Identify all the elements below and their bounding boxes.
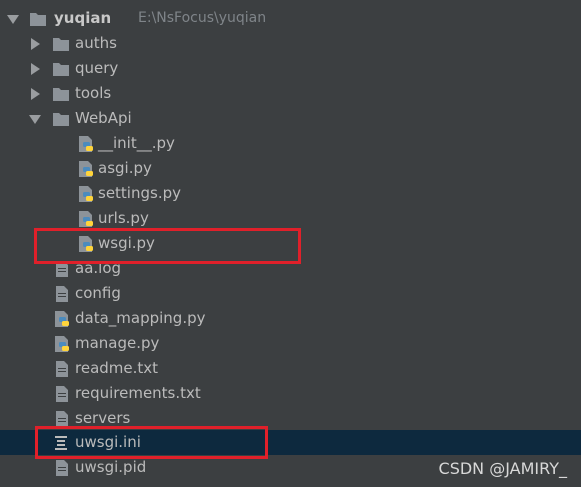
tree-folder-query[interactable]: query — [0, 56, 581, 81]
highlight-box-uwsgi-ini — [35, 426, 268, 459]
tree-root-yuqian[interactable]: yuqian E:\NsFocus\yuqian — [0, 6, 581, 31]
tree-file-readme[interactable]: readme.txt — [0, 356, 581, 381]
file-name: asgi.py — [98, 159, 152, 177]
python-file-icon — [77, 135, 95, 153]
chevron-right-icon[interactable] — [31, 38, 40, 50]
tree-folder-tools[interactable]: tools — [0, 81, 581, 106]
chevron-right-icon[interactable] — [31, 63, 40, 75]
file-name: servers — [75, 409, 131, 427]
watermark-text: CSDN @JAMIRY_ — [438, 459, 567, 478]
folder-name: query — [75, 59, 119, 77]
folder-name: auths — [75, 34, 117, 52]
tree-file-manage[interactable]: manage.py — [0, 331, 581, 356]
project-tree: yuqian E:\NsFocus\yuqian auths query too… — [0, 0, 581, 487]
text-file-icon — [53, 459, 71, 477]
file-name: uwsgi.pid — [75, 458, 147, 476]
tree-folder-auths[interactable]: auths — [0, 31, 581, 56]
chevron-down-icon[interactable] — [29, 115, 41, 124]
python-file-icon — [77, 160, 95, 178]
folder-icon — [52, 60, 70, 78]
text-file-icon — [53, 385, 71, 403]
file-name: requirements.txt — [75, 384, 201, 402]
file-name: manage.py — [75, 334, 160, 352]
text-file-icon — [53, 285, 71, 303]
python-file-icon — [77, 185, 95, 203]
file-name: urls.py — [98, 209, 149, 227]
chevron-down-icon[interactable] — [7, 15, 19, 24]
root-folder-path: E:\NsFocus\yuqian — [138, 10, 267, 26]
folder-name: tools — [75, 84, 112, 102]
python-file-icon — [53, 310, 71, 328]
file-name: __init__.py — [98, 134, 175, 152]
root-folder-name: yuqian — [54, 9, 112, 27]
tree-file-requirements[interactable]: requirements.txt — [0, 381, 581, 406]
highlight-box-wsgi — [34, 228, 301, 264]
folder-icon — [29, 10, 47, 28]
file-name: settings.py — [98, 184, 181, 202]
file-name: data_mapping.py — [75, 309, 206, 327]
folder-name: WebApi — [75, 109, 132, 127]
python-file-icon — [77, 210, 95, 228]
tree-file-settings[interactable]: settings.py — [0, 181, 581, 206]
tree-file-asgi[interactable]: asgi.py — [0, 156, 581, 181]
folder-icon — [52, 110, 70, 128]
file-name: readme.txt — [75, 359, 159, 377]
python-file-icon — [53, 335, 71, 353]
text-file-icon — [53, 360, 71, 378]
tree-folder-webapi[interactable]: WebApi — [0, 106, 581, 131]
tree-file-config[interactable]: config — [0, 281, 581, 306]
tree-file-init[interactable]: __init__.py — [0, 131, 581, 156]
folder-icon — [52, 85, 70, 103]
file-name: config — [75, 284, 121, 302]
chevron-right-icon[interactable] — [31, 88, 40, 100]
folder-icon — [52, 35, 70, 53]
tree-file-data-mapping[interactable]: data_mapping.py — [0, 306, 581, 331]
